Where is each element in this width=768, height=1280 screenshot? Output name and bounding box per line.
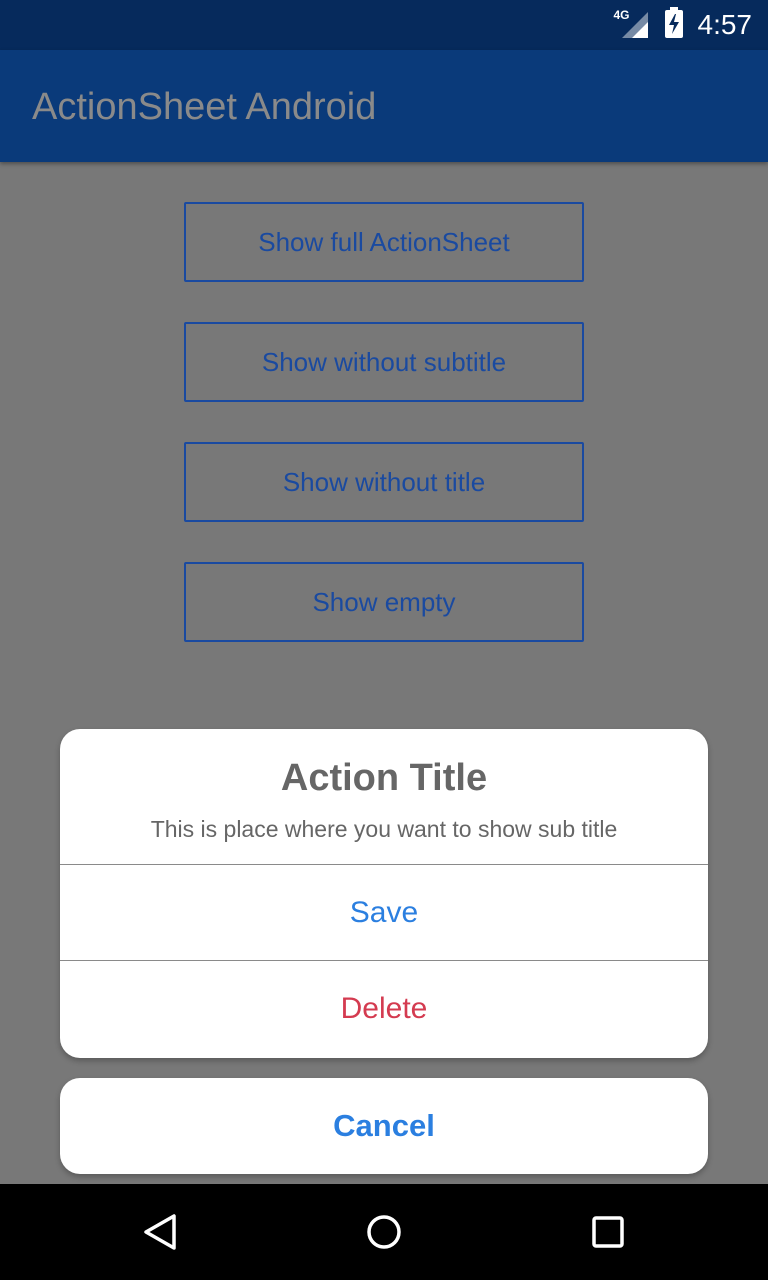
status-icons: 4G 4:57 <box>614 0 753 50</box>
signal-icon: 4G <box>614 8 654 40</box>
show-full-actionsheet-button[interactable]: Show full ActionSheet <box>184 202 584 282</box>
back-icon[interactable] <box>140 1212 180 1252</box>
recents-icon[interactable] <box>588 1212 628 1252</box>
status-bar: 4G 4:57 <box>0 0 768 50</box>
navigation-bar <box>0 1184 768 1280</box>
action-sheet: Action Title This is place where you wan… <box>60 729 708 1058</box>
battery-charging-icon <box>664 6 684 44</box>
action-sheet-header: Action Title This is place where you wan… <box>60 729 708 865</box>
action-sheet-subtitle: This is place where you want to show sub… <box>150 816 618 842</box>
home-icon[interactable] <box>364 1212 404 1252</box>
network-type-label: 4G <box>613 8 630 22</box>
save-action[interactable]: Save <box>60 865 708 961</box>
clock: 4:57 <box>697 9 753 40</box>
delete-action[interactable]: Delete <box>60 961 708 1057</box>
app-bar: ActionSheet Android <box>0 50 768 162</box>
show-empty-button[interactable]: Show empty <box>184 562 584 642</box>
app-title: ActionSheet Android <box>32 86 377 128</box>
action-sheet-title: Action Title <box>280 757 488 799</box>
cancel-button[interactable]: Cancel <box>60 1078 708 1174</box>
show-without-subtitle-button[interactable]: Show without subtitle <box>184 322 584 402</box>
show-without-title-button[interactable]: Show without title <box>184 442 584 522</box>
